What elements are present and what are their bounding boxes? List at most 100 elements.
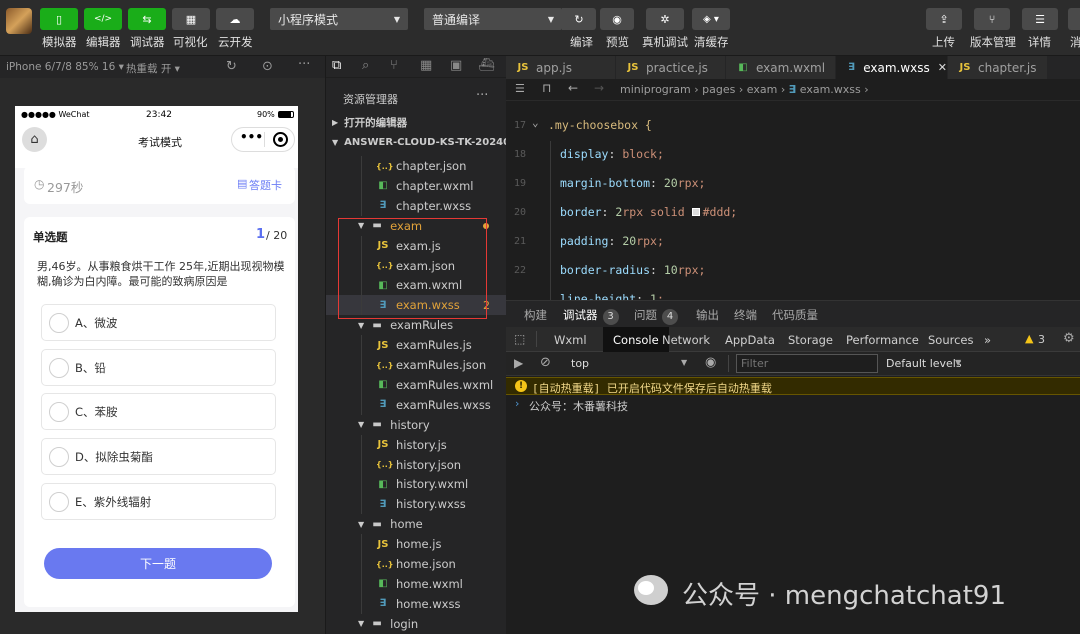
- source-control-icon[interactable]: ⑂: [390, 58, 398, 73]
- option-e[interactable]: E、紫外线辐射: [41, 483, 276, 520]
- crumb[interactable]: exam: [747, 83, 778, 96]
- eye-icon[interactable]: ◉: [705, 355, 716, 370]
- devtools-tab[interactable]: Sources: [928, 333, 974, 347]
- devtools-tab[interactable]: Console: [603, 327, 669, 353]
- file-row[interactable]: ∃ home.wxss: [326, 593, 507, 614]
- simulator-button[interactable]: ▯: [40, 8, 78, 30]
- editor-tab[interactable]: JS app.js: [506, 56, 616, 79]
- file-row[interactable]: ∃ history.wxss: [326, 494, 507, 515]
- file-row[interactable]: ◧ history.wxml: [326, 474, 507, 495]
- editor-tab[interactable]: ◧ exam.wxml: [726, 56, 836, 79]
- warning-count[interactable]: 3: [1038, 333, 1045, 346]
- devtools-tab[interactable]: AppData: [725, 333, 775, 347]
- context-select[interactable]: top: [571, 357, 589, 370]
- more-dots-icon[interactable]: •••: [240, 130, 263, 144]
- crumb[interactable]: pages: [702, 83, 735, 96]
- folder-row[interactable]: ▼ ▬ history: [326, 415, 507, 435]
- list-icon[interactable]: ▤: [237, 177, 247, 190]
- folder-row[interactable]: ▼ ▬ home: [326, 514, 507, 534]
- filter-input[interactable]: [736, 354, 878, 373]
- devtools-tab[interactable]: »: [984, 333, 991, 347]
- back-arrow-icon[interactable]: ←: [568, 81, 578, 95]
- gear-icon[interactable]: ⚙: [1063, 331, 1075, 346]
- file-row[interactable]: ◧ chapter.wxml: [326, 175, 507, 196]
- rotate-icon[interactable]: ↻: [226, 59, 237, 74]
- file-row[interactable]: {..} examRules.json: [326, 355, 507, 375]
- docker-icon[interactable]: ⛴: [478, 58, 495, 73]
- compile-button[interactable]: ↻: [562, 8, 596, 30]
- devtools-tab[interactable]: Performance: [846, 333, 919, 347]
- color-swatch[interactable]: [691, 208, 700, 216]
- file-row[interactable]: ∃ chapter.wxss: [326, 195, 507, 216]
- crumb[interactable]: miniprogram: [620, 83, 691, 96]
- compile-select[interactable]: 普通编译 ▼: [424, 8, 562, 30]
- devtools-tab[interactable]: Storage: [788, 333, 833, 347]
- editor-tab[interactable]: ∃ exam.wxss ✕: [836, 56, 948, 79]
- file-row[interactable]: {..} history.json: [326, 454, 507, 475]
- files-icon[interactable]: ⧉: [332, 58, 341, 73]
- debugger-button[interactable]: ⇆: [128, 8, 166, 30]
- line-number: 17: [513, 120, 526, 131]
- bookmark-icon[interactable]: ⊓: [542, 81, 551, 95]
- indent-guide: [361, 335, 362, 356]
- option-label: C、苯胺: [75, 404, 118, 419]
- open-editors-section[interactable]: ▶ 打开的编辑器: [326, 112, 507, 132]
- file-row[interactable]: JS home.js: [326, 534, 507, 555]
- hotreload-select[interactable]: 热重载 开 ▾: [126, 61, 180, 76]
- next-button[interactable]: 下一题: [44, 548, 272, 579]
- code-area[interactable]: 17 ⌄ .my-choosebox {18 display: block; 19 ma…: [506, 112, 1080, 300]
- file-row[interactable]: JS history.js: [326, 434, 507, 455]
- stop-icon[interactable]: ⊙: [262, 59, 273, 74]
- option-c[interactable]: C、苯胺: [41, 393, 276, 430]
- css-unit: ;: [656, 292, 664, 300]
- forward-arrow-icon[interactable]: →: [594, 81, 604, 95]
- list-icon[interactable]: ☰: [515, 82, 525, 95]
- option-b[interactable]: B、铅: [41, 349, 276, 386]
- mode-select[interactable]: 小程序模式 ▼: [270, 8, 408, 30]
- crumb[interactable]: exam.wxss: [800, 83, 861, 96]
- details-button[interactable]: ☰: [1022, 8, 1058, 30]
- clear-icon[interactable]: ⊘: [540, 355, 551, 370]
- file-row[interactable]: ∃ examRules.wxss: [326, 394, 507, 415]
- search-icon[interactable]: ⌕: [362, 58, 369, 73]
- wxml-file-icon: ◧: [378, 379, 388, 391]
- close-icon[interactable]: ✕: [938, 61, 947, 74]
- avatar[interactable]: [6, 8, 32, 34]
- caret-down-icon[interactable]: ▼: [681, 358, 687, 367]
- folder-row[interactable]: ▼ ▬ login: [326, 614, 507, 634]
- file-row[interactable]: ◧ home.wxml: [326, 573, 507, 594]
- option-a[interactable]: A、微波: [41, 304, 276, 341]
- explorer-more-icon[interactable]: ···: [476, 88, 488, 103]
- realdevice-button[interactable]: ✲: [646, 8, 684, 30]
- file-row[interactable]: ◧ examRules.wxml: [326, 374, 507, 395]
- file-row[interactable]: {..} chapter.json: [326, 156, 507, 176]
- option-d[interactable]: D、拟除虫菊酯: [41, 438, 276, 475]
- file-row[interactable]: {..} home.json: [326, 554, 507, 574]
- cloud-button[interactable]: ☁: [216, 8, 254, 30]
- save-icon[interactable]: ▣: [450, 58, 462, 73]
- close-circle-icon[interactable]: [273, 132, 288, 147]
- devtools-tab[interactable]: Wxml: [554, 333, 587, 347]
- more-icon[interactable]: ···: [298, 57, 310, 72]
- css-number: 10: [663, 263, 678, 277]
- project-section[interactable]: ▼ ANSWER-CLOUD-KS-TK-20240727: [326, 132, 531, 152]
- visual-button[interactable]: ▦: [172, 8, 210, 30]
- upload-button[interactable]: ⇪: [926, 8, 962, 30]
- sidebar-toggle-icon[interactable]: ▶: [514, 356, 523, 370]
- editor-tab[interactable]: JS chapter.js: [948, 56, 1048, 79]
- levels-select[interactable]: Default levels: [886, 357, 962, 370]
- file-row[interactable]: JS examRules.js: [326, 335, 507, 356]
- preview-button[interactable]: ◉: [600, 8, 634, 30]
- caret-down-icon[interactable]: ▼: [955, 358, 961, 367]
- clearcache-button[interactable]: ◈ ▾: [692, 8, 730, 30]
- editor-tab[interactable]: JS practice.js: [616, 56, 726, 79]
- device-select[interactable]: iPhone 6/7/8 85% 16 ▾: [6, 61, 124, 73]
- home-icon[interactable]: ⌂: [22, 127, 47, 152]
- fold-icon[interactable]: ⌄: [532, 116, 539, 129]
- devtools-tab[interactable]: Network: [662, 333, 710, 347]
- answer-card-link[interactable]: 答题卡: [249, 177, 282, 193]
- message-button[interactable]: [1068, 8, 1080, 30]
- editor-button[interactable]: </>: [84, 8, 122, 30]
- version-button[interactable]: ⑂: [974, 8, 1010, 30]
- extensions-icon[interactable]: ▦: [420, 58, 432, 73]
